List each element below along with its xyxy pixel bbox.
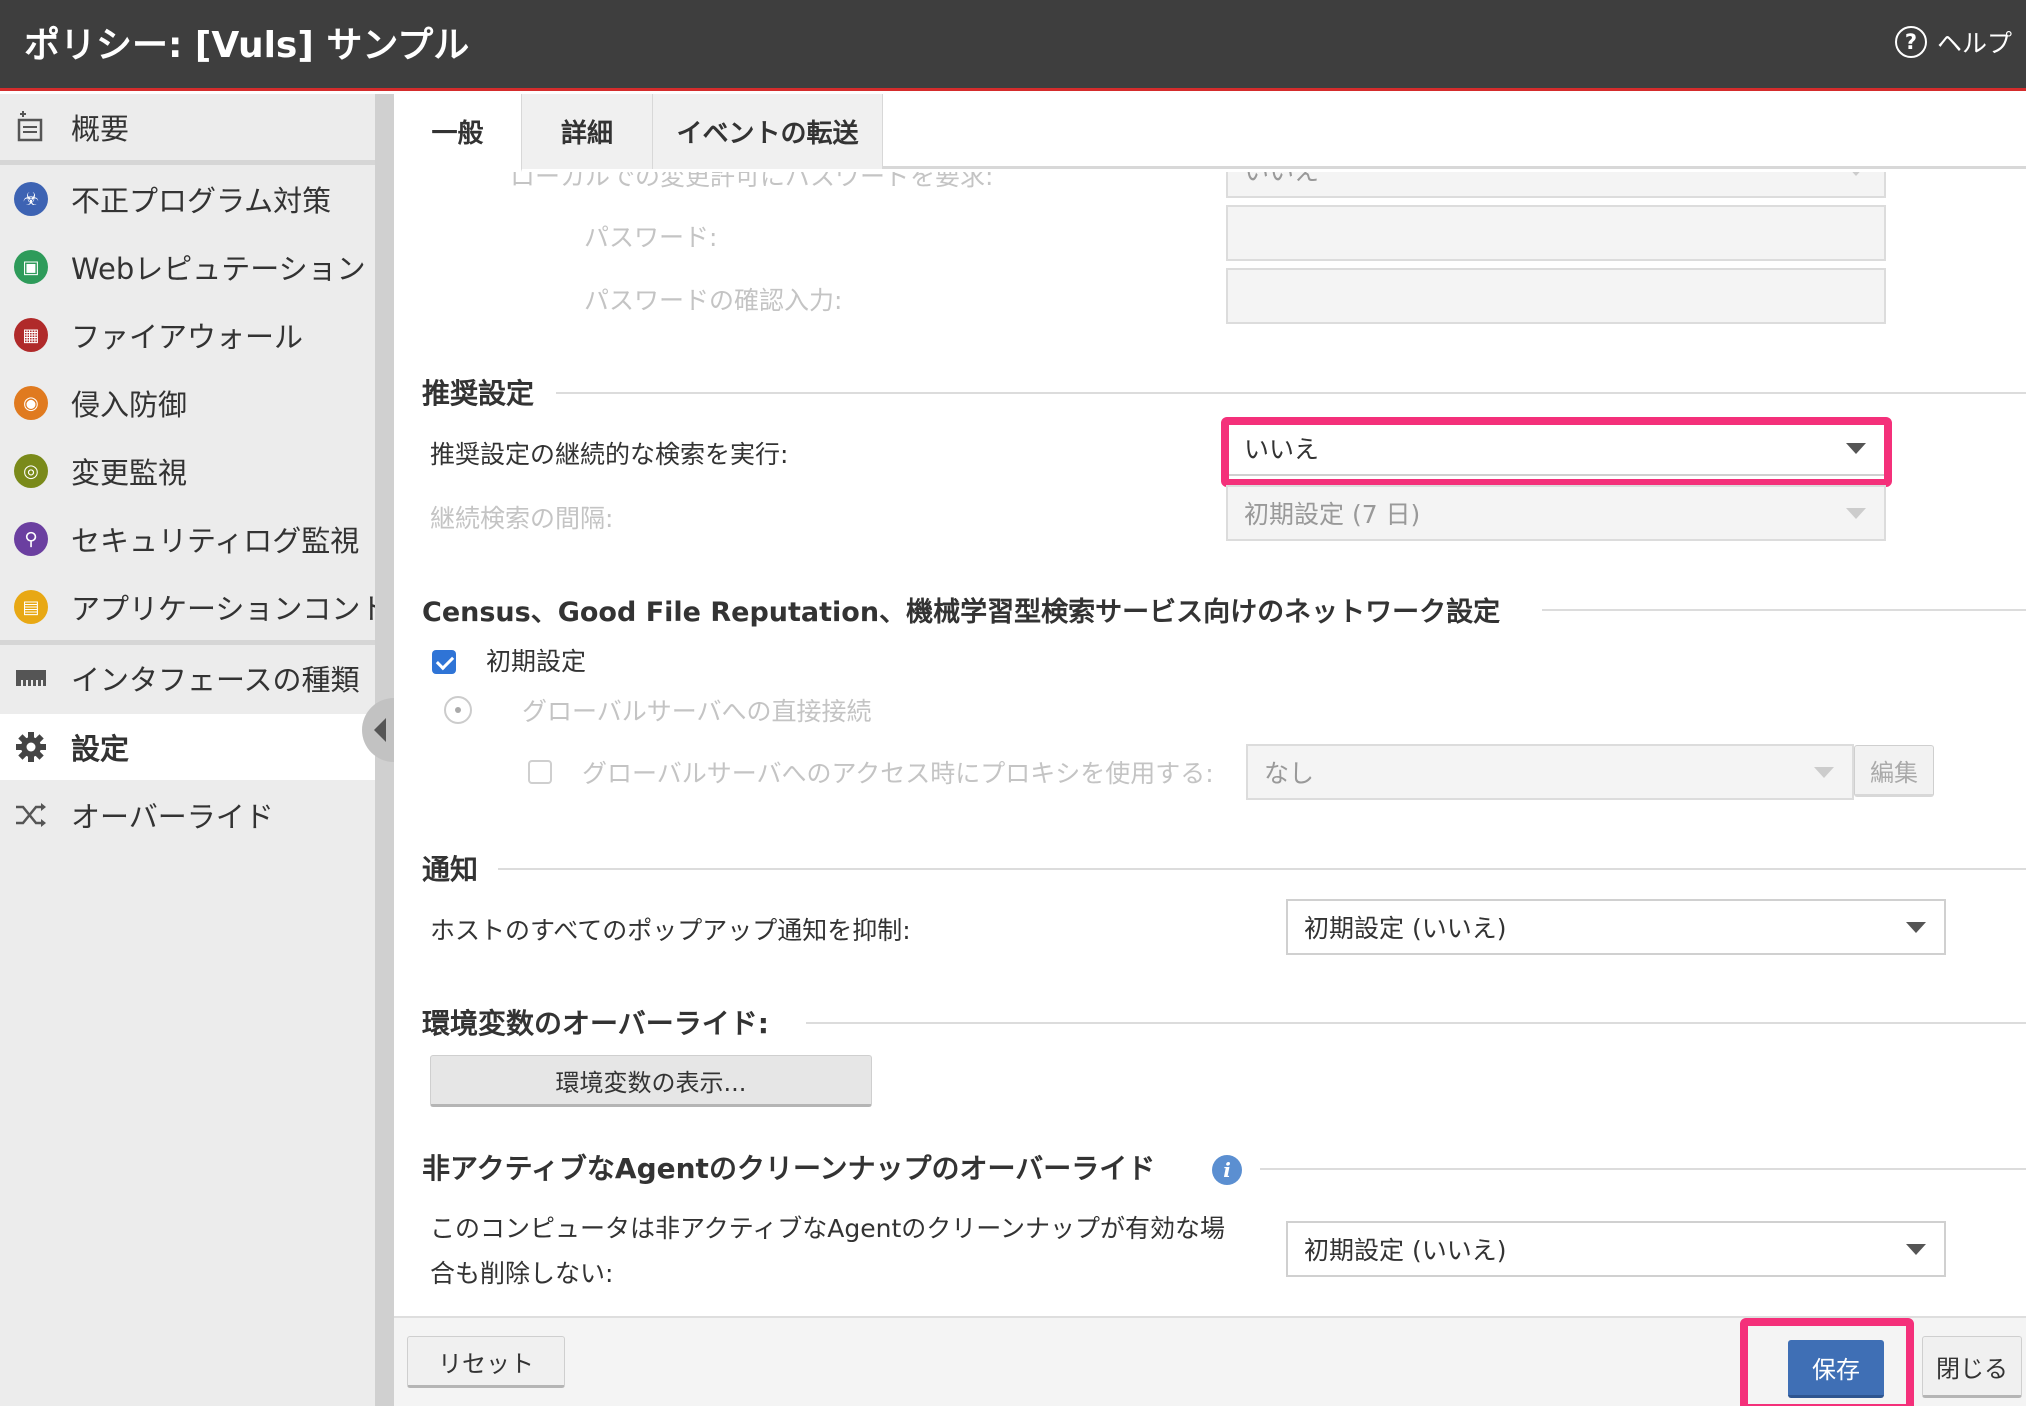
sidebar-item-label: 設定 xyxy=(71,732,130,766)
sidebar-item-label: インタフェースの種類 xyxy=(71,663,360,697)
agent-cleanup-select[interactable]: 初期設定 (いいえ) xyxy=(1286,1221,1946,1277)
tab-bar: 一般 詳細 イベントの転送 xyxy=(394,94,2026,172)
section-divider xyxy=(498,868,2026,870)
sidebar: 概要 ☣ 不正プログラム対策 ▣ Webレピュテーション ▦ ファイアウォール … xyxy=(0,94,375,1406)
close-button[interactable]: 閉じる xyxy=(1922,1336,2022,1398)
direct-connection-label: グローバルサーバへの直接接続 xyxy=(522,697,872,726)
password-label: パスワード: xyxy=(584,223,718,252)
help-label: ヘルプ xyxy=(1936,29,2012,58)
suppress-popups-select[interactable]: 初期設定 (いいえ) xyxy=(1286,899,1946,955)
sidebar-item-label: Webレピュテーション xyxy=(71,252,366,286)
use-proxy-label: グローバルサーバへのアクセス時にプロキシを使用する: xyxy=(582,759,1214,788)
tab-general[interactable]: 一般 xyxy=(394,94,522,172)
view-env-variables-button[interactable]: 環境変数の表示... xyxy=(430,1055,872,1107)
sidebar-item-web-reputation[interactable]: ▣ Webレピュテーション xyxy=(0,234,375,300)
window-title: ポリシー: [Vuls] サンプル xyxy=(24,25,470,66)
application-control-icon: ▤ xyxy=(13,589,49,625)
sidebar-item-firewall[interactable]: ▦ ファイアウォール xyxy=(0,302,375,368)
sidebar-item-settings[interactable]: 設定 xyxy=(0,714,375,780)
integrity-monitoring-icon: ◎ xyxy=(13,453,49,489)
firewall-icon: ▦ xyxy=(13,317,49,353)
footer-bar: リセット 保存 閉じる xyxy=(394,1316,2026,1414)
tab-details[interactable]: 詳細 xyxy=(522,94,653,169)
sidebar-item-label: ファイアウォール xyxy=(71,320,304,354)
interface-icon xyxy=(13,660,49,696)
password-confirm-input[interactable] xyxy=(1226,268,1886,324)
sidebar-item-label: セキュリティログ監視 xyxy=(71,524,360,558)
question-circle-icon: ? xyxy=(1894,26,1927,58)
sidebar-item-label: アプリケーションコントロール xyxy=(71,592,375,626)
shuffle-icon xyxy=(13,797,49,833)
agent-cleanup-label-line2: 合も削除しない: xyxy=(430,1259,614,1288)
highlight-box xyxy=(1221,417,1892,487)
sidebar-item-label: 概要 xyxy=(71,112,130,146)
info-icon[interactable]: i xyxy=(1212,1155,1242,1185)
direct-connection-radio[interactable] xyxy=(444,696,472,724)
title-bar: ポリシー: [Vuls] サンプル ? ヘルプ xyxy=(0,0,2026,91)
sidebar-divider xyxy=(0,160,375,165)
network-settings-heading: Census、Good File Reputation、機械学習型検索サービス向… xyxy=(422,597,1501,628)
web-reputation-icon: ▣ xyxy=(13,249,49,285)
notification-heading: 通知 xyxy=(422,853,479,886)
default-network-checkbox[interactable] xyxy=(432,650,456,674)
suppress-popups-label: ホストのすべてのポップアップ通知を抑制: xyxy=(430,916,911,945)
section-divider xyxy=(1260,1168,2026,1170)
section-divider xyxy=(556,392,2026,394)
sidebar-item-label: オーバーライド xyxy=(71,800,274,834)
gear-icon xyxy=(13,729,49,765)
overview-icon xyxy=(13,109,49,145)
sidebar-item-log-inspection[interactable]: ⚲ セキュリティログ監視 xyxy=(0,506,375,572)
help-link[interactable]: ? ヘルプ xyxy=(1894,24,2012,60)
highlight-box xyxy=(1740,1318,1914,1412)
bottom-edge xyxy=(0,1406,2026,1414)
log-inspection-icon: ⚲ xyxy=(13,521,49,557)
use-proxy-checkbox[interactable] xyxy=(528,760,552,784)
sidebar-item-overrides[interactable]: オーバーライド xyxy=(0,782,375,848)
sidebar-item-label: 侵入防御 xyxy=(71,388,188,422)
env-override-heading: 環境変数のオーバーライド: xyxy=(422,1007,769,1040)
sidebar-item-intrusion-prevention[interactable]: ◉ 侵入防御 xyxy=(0,370,375,436)
default-network-label: 初期設定 xyxy=(486,647,587,676)
recommendation-heading: 推奨設定 xyxy=(422,377,535,410)
ongoing-scan-label: 推奨設定の継続的な検索を実行: xyxy=(430,440,789,469)
sidebar-item-anti-malware[interactable]: ☣ 不正プログラム対策 xyxy=(0,166,375,232)
edit-proxy-button[interactable]: 編集 xyxy=(1854,745,1934,797)
scan-interval-label: 継続検索の間隔: xyxy=(430,504,614,533)
scan-interval-select[interactable]: 初期設定 (7 日) xyxy=(1226,485,1886,541)
sidebar-item-label: 変更監視 xyxy=(71,456,188,490)
tab-event-forwarding[interactable]: イベントの転送 xyxy=(653,94,883,169)
sidebar-item-application-control[interactable]: ▤ アプリケーションコントロール xyxy=(0,574,375,640)
password-confirm-label: パスワードの確認入力: xyxy=(584,286,843,315)
password-input[interactable] xyxy=(1226,205,1886,261)
proxy-select[interactable]: なし xyxy=(1246,744,1854,800)
section-divider xyxy=(806,1022,2026,1024)
agent-cleanup-label-line1: このコンピュータは非アクティブなAgentのクリーンナップが有効な場 xyxy=(430,1214,1226,1243)
reset-button[interactable]: リセット xyxy=(407,1336,565,1388)
settings-content: ローカルでの変更許可にパスワードを要求: いいえ パスワード: パスワードの確認… xyxy=(394,172,2026,1318)
section-divider xyxy=(1542,609,2026,611)
biohazard-icon: ☣ xyxy=(13,181,49,217)
sidebar-item-integrity-monitoring[interactable]: ◎ 変更監視 xyxy=(0,438,375,504)
sidebar-item-label: 不正プログラム対策 xyxy=(71,184,332,218)
agent-cleanup-heading: 非アクティブなAgentのクリーンナップのオーバーライド xyxy=(422,1152,1156,1185)
intrusion-prevention-icon: ◉ xyxy=(13,385,49,421)
sidebar-item-interface-types[interactable]: インタフェースの種類 xyxy=(0,645,375,711)
local-change-password-select[interactable]: いいえ xyxy=(1226,172,1886,198)
sidebar-item-overview[interactable]: 概要 xyxy=(0,94,375,160)
local-change-password-label: ローカルでの変更許可にパスワードを要求: xyxy=(510,172,994,191)
